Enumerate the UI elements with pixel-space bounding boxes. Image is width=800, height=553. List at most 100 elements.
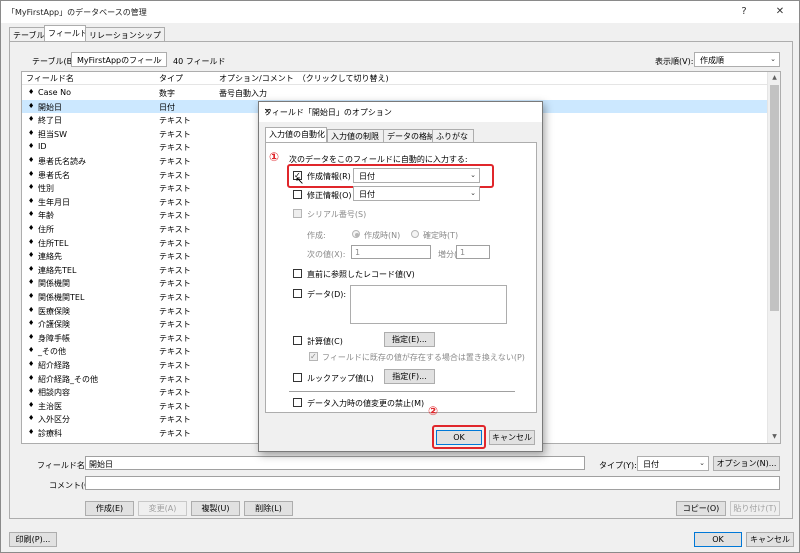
- scroll-down-icon[interactable]: ▼: [768, 431, 780, 443]
- lookup-label: ルックアップ値(L): [307, 374, 374, 383]
- row-handle-icon[interactable]: ♦: [28, 319, 34, 327]
- chevron-down-icon: ⌄: [699, 459, 705, 467]
- scroll-up-icon[interactable]: ▲: [768, 72, 780, 84]
- row-field-type: テキスト: [159, 320, 191, 330]
- row-handle-icon[interactable]: ♦: [28, 278, 34, 286]
- create-button[interactable]: 作成(E): [85, 501, 134, 516]
- on-commit-radio[interactable]: [411, 230, 419, 238]
- row-handle-icon[interactable]: ♦: [28, 265, 34, 273]
- dialog-ok-button[interactable]: OK: [436, 430, 482, 445]
- row-handle-icon[interactable]: ♦: [28, 224, 34, 232]
- modification-checkbox[interactable]: [293, 190, 302, 199]
- delete-button[interactable]: 削除(L): [244, 501, 293, 516]
- paste-button[interactable]: 貼り付け(T): [730, 501, 780, 516]
- row-handle-icon[interactable]: ♦: [28, 210, 34, 218]
- row-field-name: Case No: [38, 88, 71, 97]
- lookup-checkbox[interactable]: [293, 373, 302, 382]
- row-handle-icon[interactable]: ♦: [28, 142, 34, 150]
- increment-input[interactable]: 1: [456, 245, 490, 259]
- header-type[interactable]: タイプ: [159, 73, 183, 84]
- field-name-input[interactable]: 開始日: [85, 456, 585, 470]
- row-field-name: 診療科: [38, 429, 62, 438]
- options-button[interactable]: オプション(N)...: [713, 456, 780, 471]
- row-handle-icon[interactable]: ♦: [28, 346, 34, 354]
- row-field-type: テキスト: [159, 306, 191, 316]
- creation-select[interactable]: 日付 ⌄: [353, 168, 480, 183]
- list-scrollbar[interactable]: ▲ ▼: [767, 72, 780, 443]
- dialog-close-icon[interactable]: ✕: [264, 107, 538, 116]
- row-field-options: 番号自動入力: [219, 89, 267, 98]
- dtab-furigana[interactable]: ふりがな: [432, 129, 474, 142]
- type-select-value: 日付: [643, 460, 659, 469]
- row-field-type: テキスト: [159, 143, 191, 153]
- window-close-icon[interactable]: ✕: [769, 4, 791, 20]
- duplicate-button[interactable]: 複製(U): [191, 501, 240, 516]
- row-handle-icon[interactable]: ♦: [28, 156, 34, 164]
- dtab-storage[interactable]: データの格納: [383, 129, 435, 142]
- header-field-name[interactable]: フィールド名: [26, 73, 74, 84]
- row-handle-icon[interactable]: ♦: [28, 197, 34, 205]
- data-textarea[interactable]: [350, 285, 507, 324]
- no-replace-checkbox[interactable]: [309, 352, 318, 361]
- row-handle-icon[interactable]: ♦: [28, 251, 34, 259]
- row-handle-icon[interactable]: ♦: [28, 414, 34, 422]
- modification-select[interactable]: 日付 ⌄: [353, 186, 480, 201]
- row-handle-icon[interactable]: ♦: [28, 333, 34, 341]
- specify-calc-button[interactable]: 指定(E)...: [384, 332, 435, 347]
- row-handle-icon[interactable]: ♦: [28, 129, 34, 137]
- prohibit-checkbox[interactable]: [293, 398, 302, 407]
- row-handle-icon[interactable]: ♦: [28, 374, 34, 382]
- copy-button[interactable]: コピー(O): [676, 501, 726, 516]
- table-row[interactable]: ♦ Case No 数字 番号自動入力: [22, 86, 768, 100]
- comment-input[interactable]: [85, 476, 780, 490]
- row-handle-icon[interactable]: ♦: [28, 183, 34, 191]
- row-handle-icon[interactable]: ♦: [28, 88, 34, 96]
- calculated-checkbox[interactable]: [293, 336, 302, 345]
- row-handle-icon[interactable]: ♦: [28, 306, 34, 314]
- row-handle-icon[interactable]: ♦: [28, 238, 34, 246]
- modification-select-value: 日付: [359, 190, 375, 199]
- row-field-name: 関係機関: [38, 279, 70, 289]
- row-handle-icon[interactable]: ♦: [28, 387, 34, 395]
- row-handle-icon[interactable]: ♦: [28, 292, 34, 300]
- row-handle-icon[interactable]: ♦: [28, 170, 34, 178]
- data-checkbox[interactable]: [293, 289, 302, 298]
- row-field-name: 患者氏名読み: [38, 157, 86, 166]
- sort-select[interactable]: 作成順 ⌄: [694, 52, 780, 67]
- help-icon[interactable]: ?: [733, 4, 755, 20]
- dtab-validation[interactable]: 入力値の制限: [327, 129, 384, 142]
- auto-enter-panel: ① 次のデータをこのフィールドに自動的に入力する: 作成情報(R) 日付 ⌄ ↖…: [265, 142, 537, 413]
- tab-fields[interactable]: フィールド: [44, 25, 88, 42]
- serial-checkbox[interactable]: [293, 209, 302, 218]
- change-button[interactable]: 変更(A): [138, 501, 187, 516]
- row-handle-icon[interactable]: ♦: [28, 360, 34, 368]
- ok-button[interactable]: OK: [694, 532, 742, 547]
- row-field-name: 担当SW: [38, 129, 67, 139]
- row-field-name: _その他: [38, 347, 66, 357]
- type-select[interactable]: 日付 ⌄: [637, 456, 709, 471]
- row-handle-icon[interactable]: ♦: [28, 115, 34, 123]
- next-value-input[interactable]: 1: [351, 245, 431, 259]
- dialog-cancel-button[interactable]: キャンセル: [489, 430, 535, 445]
- next-value-label: 次の値(X):: [307, 250, 346, 259]
- row-field-type: テキスト: [159, 293, 191, 302]
- header-options[interactable]: オプション/コメント （クリックして切り替え): [219, 73, 389, 84]
- row-field-name: 主治医: [38, 401, 62, 411]
- tab-tables[interactable]: テーブル: [9, 27, 45, 41]
- table-select-value: MyFirstAppのフィール: [77, 56, 161, 65]
- cancel-button[interactable]: キャンセル: [746, 532, 794, 547]
- specify-lookup-button[interactable]: 指定(F)...: [384, 369, 435, 384]
- table-select[interactable]: MyFirstAppのフィール ⌄: [71, 52, 167, 67]
- row-field-type: テキスト: [159, 184, 191, 194]
- row-field-name: 入外区分: [38, 415, 70, 425]
- last-visited-checkbox[interactable]: [293, 269, 302, 278]
- row-handle-icon[interactable]: ♦: [28, 428, 34, 436]
- row-handle-icon[interactable]: ♦: [28, 102, 34, 110]
- on-creation-radio[interactable]: [352, 230, 360, 238]
- row-field-name: 住所TEL: [38, 238, 69, 248]
- row-handle-icon[interactable]: ♦: [28, 401, 34, 409]
- print-button[interactable]: 印刷(P)...: [9, 532, 57, 547]
- tab-relationships[interactable]: リレーションシップ: [85, 27, 165, 41]
- dtab-auto-enter[interactable]: 入力値の自動化: [265, 127, 327, 143]
- scroll-thumb[interactable]: [770, 85, 779, 311]
